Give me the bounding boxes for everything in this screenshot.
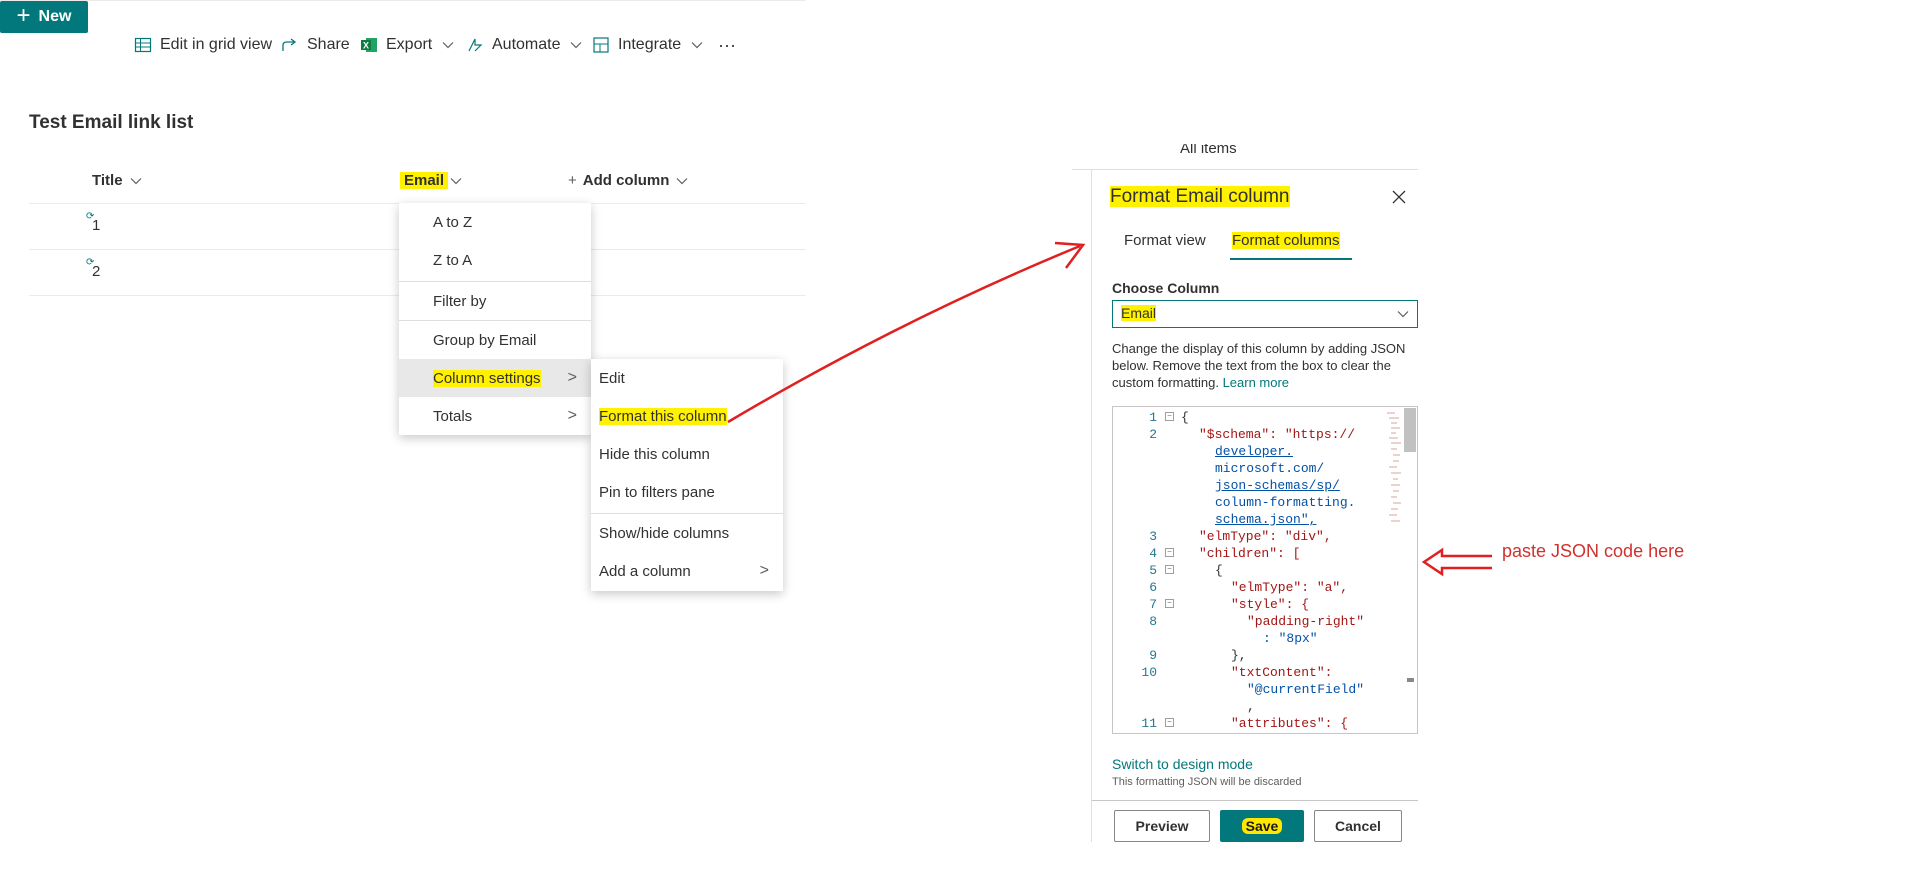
annotation-layer — [727, 241, 1492, 577]
annotation-arrow-paste — [1421, 547, 1492, 577]
annotation-paste-note: paste JSON code here — [1502, 541, 1685, 561]
annotation-arrow-format — [727, 244, 1081, 424]
